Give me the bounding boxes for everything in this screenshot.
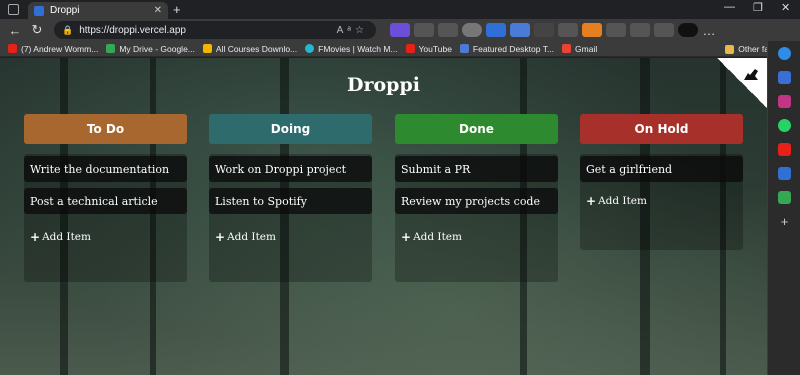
bookmark-icon (459, 44, 469, 53)
tab-bar: Droppi ✕ + — ❐ ✕ (0, 0, 800, 19)
add-item-label: Add Item (413, 231, 462, 243)
bookmarks-bar: (7) Andrew Womm... My Drive - Google... … (0, 41, 800, 57)
bookmark-label: All Courses Downlo... (215, 43, 298, 54)
bookmark-item[interactable]: My Drive - Google... (106, 44, 195, 54)
app-title: Droppi (347, 74, 420, 96)
add-item-label: Add Item (227, 231, 276, 243)
column-header[interactable]: To Do (24, 114, 187, 144)
task-card[interactable]: Write the documentation (24, 156, 187, 182)
bookmark-item[interactable]: Gmail (562, 44, 597, 54)
column-on-hold: On Hold Get a girlfriend + Add Item (580, 114, 743, 208)
tab-droppi[interactable]: Droppi ✕ (28, 2, 168, 19)
tab-actions-icon[interactable] (8, 4, 19, 15)
add-item-label: Add Item (42, 231, 91, 243)
lock-icon: 🔒 (62, 24, 74, 35)
translate-icon[interactable] (486, 23, 506, 37)
bookmark-label: YouTube (418, 43, 452, 54)
bookmark-item[interactable]: Featured Desktop T... (459, 43, 555, 54)
plus-icon: + (30, 230, 41, 244)
task-card[interactable]: Work on Droppi project (209, 156, 372, 182)
extension-4-icon[interactable] (462, 23, 482, 37)
bookmark-label: Gmail (575, 43, 598, 54)
plus-icon: + (215, 230, 226, 244)
close-tab-icon[interactable]: ✕ (154, 5, 162, 16)
bookmark-item[interactable]: All Courses Downlo... (202, 43, 298, 54)
bookmark-label: My Drive - Google... (119, 43, 195, 54)
task-card[interactable]: Submit a PR (395, 156, 558, 182)
youtube-icon[interactable] (778, 143, 791, 156)
refresh-icon[interactable]: ↻ (26, 22, 48, 38)
url-text: https://droppi.vercel.app (79, 24, 186, 36)
task-card[interactable]: Get a girlfriend (580, 156, 743, 182)
maximize-button[interactable]: ❐ (753, 1, 763, 14)
folder-icon (725, 44, 735, 54)
plus-icon: + (586, 194, 597, 208)
google-drive-icon[interactable] (778, 191, 791, 204)
url-field[interactable]: 🔒 https://droppi.vercel.app Aᵃ☆ (54, 21, 376, 39)
extension-8-icon[interactable] (558, 23, 578, 37)
favorites-icon[interactable] (630, 23, 650, 37)
bookmark-item[interactable]: YouTube (405, 43, 452, 54)
back-icon[interactable]: ← (4, 23, 26, 38)
bookmark-label: Featured Desktop T... (472, 43, 555, 54)
column-header[interactable]: On Hold (580, 114, 743, 144)
add-item-label: Add Item (598, 195, 647, 207)
metamask-icon[interactable] (582, 23, 602, 37)
close-window-button[interactable]: ✕ (781, 1, 790, 14)
extension-7-icon[interactable] (534, 23, 554, 37)
add-item-button[interactable]: + Add Item (209, 230, 372, 244)
bing-icon[interactable] (778, 47, 791, 60)
edge-sidebar: + (767, 41, 800, 375)
translate-icon[interactable] (778, 167, 791, 180)
minimize-button[interactable]: — (724, 1, 735, 13)
instagram-icon[interactable] (778, 95, 791, 108)
plus-icon: + (401, 230, 412, 244)
whatsapp-icon[interactable] (778, 119, 791, 132)
column-header[interactable]: Doing (209, 114, 372, 144)
bookmark-icon (202, 44, 212, 53)
extension-1-icon[interactable] (390, 23, 410, 37)
column-doing: Doing Work on Droppi project Listen to S… (209, 114, 372, 244)
add-item-button[interactable]: + Add Item (24, 230, 187, 244)
more-menu-icon[interactable]: … (698, 23, 720, 38)
bookmark-item[interactable]: (7) Andrew Womm... (8, 44, 98, 54)
google-drive-icon (106, 44, 116, 53)
tab-title: Droppi (50, 5, 80, 16)
add-icon[interactable]: + (778, 215, 791, 228)
add-item-button[interactable]: + Add Item (580, 194, 743, 208)
messenger-icon[interactable] (778, 71, 791, 84)
extension-6-icon[interactable] (510, 23, 530, 37)
read-aloud-favorite-icons[interactable]: Aᵃ☆ (337, 25, 368, 36)
column-todo: To Do Write the documentation Post a tec… (24, 114, 187, 244)
address-bar: ← ↻ 🔒 https://droppi.vercel.app Aᵃ☆ … (0, 19, 800, 41)
extensions-icon[interactable] (606, 23, 626, 37)
bookmark-label: FMovies | Watch M... (318, 43, 398, 54)
droppi-favicon-icon (34, 5, 44, 16)
droppi-page: Droppi To Do Write the documentation Pos… (0, 58, 767, 375)
fmovies-icon (305, 44, 315, 53)
collections-icon[interactable] (654, 23, 674, 37)
profile-avatar[interactable] (678, 23, 698, 37)
bookmark-item[interactable]: FMovies | Watch M... (305, 43, 398, 54)
extension-2-icon[interactable] (414, 23, 434, 37)
add-item-button[interactable]: + Add Item (395, 230, 558, 244)
bookmark-label: (7) Andrew Womm... (21, 43, 99, 54)
new-tab-button[interactable]: + (173, 2, 181, 17)
youtube-icon (8, 44, 17, 53)
youtube-icon (405, 44, 415, 53)
column-header[interactable]: Done (395, 114, 558, 144)
column-done: Done Submit a PR Review my projects code… (395, 114, 558, 244)
extension-3-icon[interactable] (438, 23, 458, 37)
task-card[interactable]: Listen to Spotify (209, 188, 372, 214)
gmail-icon (562, 44, 572, 53)
task-card[interactable]: Review my projects code (395, 188, 558, 214)
task-card[interactable]: Post a technical article (24, 188, 187, 214)
